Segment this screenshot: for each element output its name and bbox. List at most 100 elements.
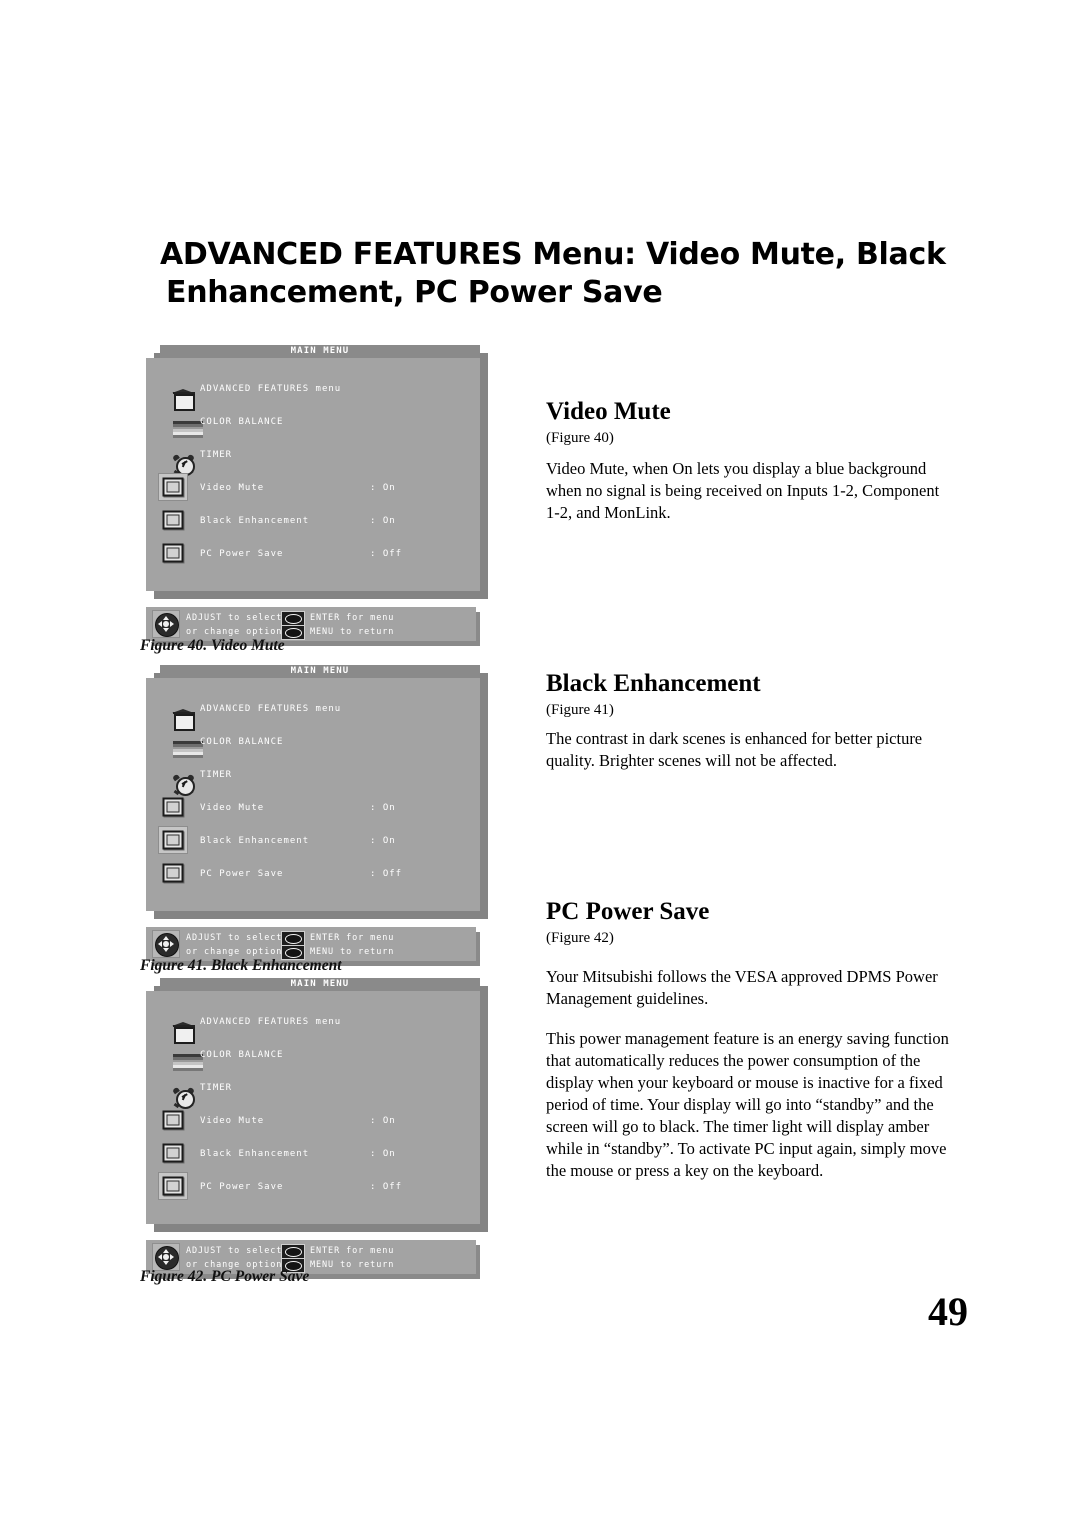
screen-toggle-icon [162, 477, 184, 497]
osd-row-label: Black Enhancement [200, 516, 310, 526]
figure-40-caption: Figure 40. Video Mute [140, 637, 285, 654]
figure-42-caption: Figure 42. PC Power Save [140, 1268, 310, 1285]
osd-row-icon-box[interactable] [158, 374, 195, 411]
osd-row-icon-box[interactable] [158, 539, 188, 567]
osd-help-bar: ADJUST to select or change option ENTER fo… [146, 607, 476, 641]
help-menu-line: MENU to return [310, 947, 395, 957]
osd-menu-panel: ADVANCED FEATURES menu COLOR BALANCE TIMER… [146, 678, 480, 911]
osd-menu-row[interactable]: TIMER [146, 1073, 480, 1109]
osd-menu-row[interactable]: Video Mute : On [146, 1106, 480, 1136]
osd-row-icon-box[interactable] [158, 1106, 188, 1134]
osd-row-label: Black Enhancement [200, 836, 310, 846]
osd-row-label: Video Mute [200, 483, 265, 493]
osd-row-value[interactable]: : On [370, 516, 396, 526]
osd-row-value[interactable]: : Off [370, 549, 402, 559]
osd-row-label: TIMER [200, 450, 233, 460]
osd-row-icon-box[interactable] [158, 1040, 203, 1071]
osd-row-label: PC Power Save [200, 549, 284, 559]
osd-menu-row[interactable]: Black Enhancement : On [146, 1139, 480, 1169]
osd-row-value[interactable]: : On [370, 836, 396, 846]
screen-toggle-icon [162, 1176, 184, 1196]
osd-menu-row[interactable]: TIMER [146, 760, 480, 796]
osd-menu-row[interactable]: ADVANCED FEATURES menu [146, 374, 480, 411]
osd-row-icon-box[interactable] [158, 407, 203, 438]
osd-row-icon-box[interactable] [158, 1007, 195, 1044]
osd-row-label: TIMER [200, 1083, 233, 1093]
osd-menu-row[interactable]: ADVANCED FEATURES menu [146, 694, 480, 731]
osd-menu-row[interactable]: PC Power Save : Off [146, 539, 480, 569]
osd-row-icon-box[interactable] [158, 1139, 188, 1167]
screen-toggle-icon [162, 543, 184, 563]
help-adjust-line-1: ADJUST to select [186, 1246, 283, 1256]
osd-title-bar: MAIN MENU [160, 345, 480, 358]
screen-toggle-icon [162, 1110, 184, 1130]
osd-row-label: COLOR BALANCE [200, 737, 284, 747]
enter-button-icon[interactable] [281, 1244, 305, 1259]
help-enter-line: ENTER for menu [310, 613, 395, 623]
osd-row-icon-box[interactable] [158, 727, 203, 758]
help-adjust-line-1: ADJUST to select [186, 613, 283, 623]
section-body-pc-power-save-1: Your Mitsubishi follows the VESA approve… [546, 967, 938, 1008]
figure-41-caption: Figure 41. Black Enhancement [140, 957, 342, 974]
osd-menu-row[interactable]: Video Mute : On [146, 793, 480, 823]
section-body-black-enhancement: The contrast in dark scenes is enhanced … [546, 729, 923, 770]
section-figure-ref-video-mute: (Figure 40) [546, 430, 614, 446]
osd-menu-row[interactable]: Black Enhancement : On [146, 506, 480, 536]
osd-menu-row[interactable]: Black Enhancement : On [146, 826, 480, 856]
osd-row-icon-box[interactable] [158, 1073, 195, 1109]
osd-row-icon-box-selected[interactable] [158, 473, 188, 501]
section-body-pc-power-save-2: This power management feature is an ener… [546, 1029, 949, 1180]
osd-row-value[interactable]: : Off [370, 1182, 402, 1192]
osd-menu-row[interactable]: PC Power Save: Off [146, 859, 480, 889]
osd-row-icon-box-selected[interactable] [158, 1172, 188, 1200]
osd-row-label: ADVANCED FEATURES menu [200, 704, 342, 714]
osd-row-label: TIMER [200, 770, 233, 780]
screen-toggle-icon [162, 1143, 184, 1163]
osd-menu-row[interactable]: COLOR BALANCE [146, 1040, 480, 1071]
screen-toggle-icon [162, 797, 184, 817]
page-title: ADVANCED FEATURES Menu: Video Mute, Blac… [160, 236, 960, 312]
osd-row-icon-box[interactable] [158, 506, 188, 534]
osd-menu-row[interactable]: PC Power Save: Off [146, 1172, 480, 1202]
osd-menu-row[interactable]: TIMER [146, 440, 480, 476]
osd-row-icon-box[interactable] [158, 694, 195, 731]
osd-row-icon-box[interactable] [158, 859, 188, 887]
screen-toggle-icon [162, 863, 184, 883]
osd-row-label: COLOR BALANCE [200, 1050, 284, 1060]
osd-row-value[interactable]: : On [370, 483, 396, 493]
enter-button-icon[interactable] [281, 611, 305, 626]
enter-button-icon[interactable] [281, 931, 305, 946]
osd-row-icon-box[interactable] [158, 793, 188, 821]
dpad-icon[interactable] [152, 610, 180, 638]
osd-menu-row[interactable]: ADVANCED FEATURES menu [146, 1007, 480, 1044]
section-figure-ref-pc-power-save: (Figure 42) [546, 930, 614, 946]
osd-row-value[interactable]: : On [370, 803, 396, 813]
osd-row-label: ADVANCED FEATURES menu [200, 384, 342, 394]
osd-row-icon-box[interactable] [158, 760, 195, 796]
section-heading-pc-power-save: PC Power Save [546, 898, 710, 925]
help-menu-line: MENU to return [310, 1260, 395, 1270]
osd-row-icon-box[interactable] [158, 440, 195, 476]
help-enter-line: ENTER for menu [310, 933, 395, 943]
osd-row-label: Video Mute [200, 803, 265, 813]
osd-row-value[interactable]: : On [370, 1149, 396, 1159]
osd-row-value[interactable]: : Off [370, 869, 402, 879]
dpad-icon[interactable] [152, 930, 180, 958]
section-body-video-mute: Video Mute, when On lets you display a b… [546, 459, 940, 522]
help-adjust-line-1: ADJUST to select [186, 933, 283, 943]
page-number: 49 [928, 1289, 968, 1334]
osd-title-bar: MAIN MENU [160, 665, 480, 678]
dpad-icon[interactable] [152, 1243, 180, 1271]
osd-title-bar: MAIN MENU [160, 978, 480, 991]
osd-row-value[interactable]: : On [370, 1116, 396, 1126]
osd-menu-row[interactable]: COLOR BALANCE [146, 407, 480, 438]
color-balance-icon [173, 1054, 203, 1071]
osd-menu-row[interactable]: Video Mute : On [146, 473, 480, 503]
osd-row-label: COLOR BALANCE [200, 417, 284, 427]
page-title-line-1: ADVANCED FEATURES Menu: Video Mute, Blac… [160, 237, 946, 272]
help-adjust-line-2: or change option [186, 627, 283, 637]
osd-row-icon-box-selected[interactable] [158, 826, 188, 854]
osd-row-label: Video Mute [200, 1116, 265, 1126]
osd-menu-row[interactable]: COLOR BALANCE [146, 727, 480, 758]
osd-row-label: Black Enhancement [200, 1149, 310, 1159]
